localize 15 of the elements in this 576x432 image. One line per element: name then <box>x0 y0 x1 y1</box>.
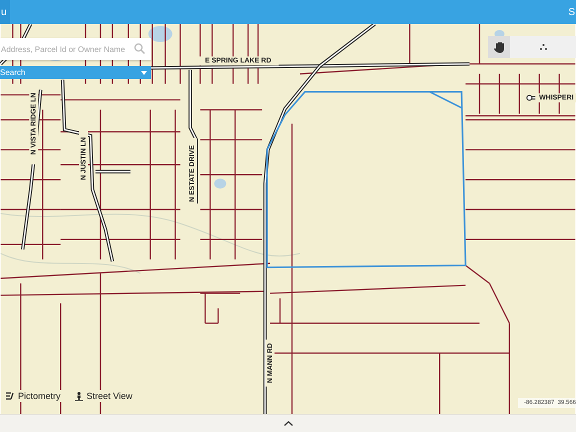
search-field[interactable]: Address, Parcel Id or Owner Name <box>0 38 151 60</box>
hand-icon <box>494 41 504 53</box>
menu-label[interactable]: u <box>0 0 10 24</box>
search-mode-dropdown[interactable]: Search <box>0 66 151 79</box>
dots-icon <box>540 44 546 50</box>
layers-icon <box>6 392 14 400</box>
map-link[interactable]: Pictometry <box>4 390 63 402</box>
map-tool-button[interactable] <box>488 36 510 58</box>
caret-up-icon[interactable] <box>284 421 292 426</box>
person-icon <box>74 392 83 400</box>
map-link[interactable]: Street View <box>72 390 134 402</box>
pond <box>214 178 226 189</box>
header-label[interactable]: S <box>568 6 576 18</box>
pond <box>148 26 172 42</box>
caret-icon <box>141 70 147 74</box>
